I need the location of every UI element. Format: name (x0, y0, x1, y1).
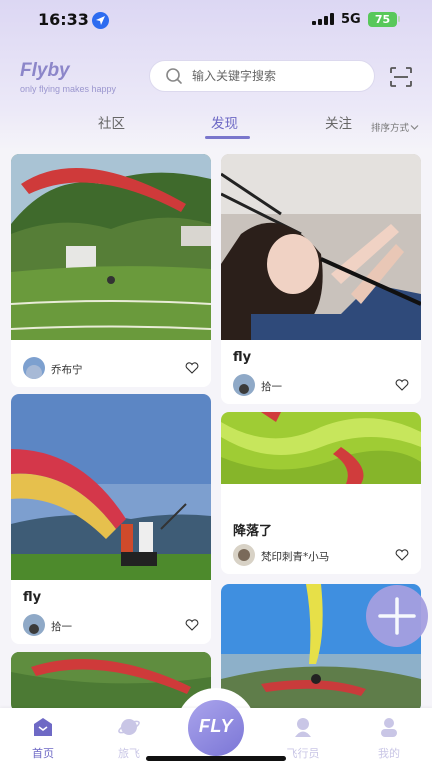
post-author: 梵印刺青*小马 (261, 551, 330, 563)
search-icon (166, 68, 182, 84)
planet-icon (118, 719, 140, 735)
home-icon (34, 718, 52, 736)
sort-dropdown[interactable]: 排序方式 (371, 120, 419, 134)
tab-discover[interactable]: 发现 (211, 112, 238, 132)
avatar (233, 374, 255, 396)
fly-logo-text: FLY (198, 716, 234, 736)
nav-travel[interactable]: 旅飞 (104, 716, 154, 761)
tab-community[interactable]: 社区 (98, 112, 125, 132)
search-input[interactable] (192, 66, 362, 86)
scan-icon[interactable] (389, 66, 413, 88)
search-bar[interactable] (149, 60, 375, 92)
post-card[interactable]: fly 拾一 (11, 394, 211, 644)
post-title: fly (233, 350, 252, 365)
brand-logo: Flyby only flying makes happy (20, 60, 116, 94)
post-image (11, 154, 211, 340)
post-image (221, 412, 421, 484)
pilot-icon (295, 718, 311, 737)
battery-icon: 75 (368, 12, 397, 27)
fly-center-button[interactable]: FLY (188, 700, 244, 756)
battery-cap (398, 16, 400, 22)
avatar (23, 614, 45, 636)
sort-label: 排序方式 (371, 123, 410, 134)
tab-following[interactable]: 关注 (325, 112, 352, 132)
post-image (11, 394, 211, 580)
profile-icon (381, 718, 397, 737)
create-post-button[interactable] (366, 585, 428, 647)
cellular-signal-icon (312, 13, 334, 25)
post-author: 乔布宁 (51, 364, 83, 376)
post-image (11, 652, 211, 712)
heart-icon[interactable] (185, 362, 199, 374)
post-title: fly (23, 590, 42, 605)
chevron-down-icon (410, 125, 419, 130)
nav-profile[interactable]: 我的 (364, 716, 414, 761)
active-tab-indicator (205, 136, 250, 139)
heart-icon[interactable] (395, 379, 409, 391)
brand-tagline: only flying makes happy (20, 84, 117, 94)
feed-tabs: 社区 发现 关注 排序方式 (0, 112, 432, 142)
nav-home-label: 首页 (32, 747, 54, 760)
post-card[interactable] (11, 652, 211, 712)
nav-pilot[interactable]: 飞行员 (278, 716, 328, 761)
post-image (221, 154, 421, 340)
status-bar: 16:33 5G 75 (0, 0, 432, 44)
post-title: 降落了 (233, 524, 273, 539)
post-card[interactable]: fly 拾一 (221, 154, 421, 404)
post-author: 拾一 (51, 621, 72, 633)
brand-name: Flyby (20, 60, 70, 81)
avatar (23, 357, 45, 379)
heart-icon[interactable] (185, 619, 199, 631)
nav-profile-label: 我的 (378, 747, 400, 760)
heart-icon[interactable] (395, 549, 409, 561)
status-time: 16:33 (38, 10, 89, 29)
location-arrow-icon (92, 12, 109, 29)
nav-home[interactable]: 首页 (18, 716, 68, 761)
post-author: 拾一 (261, 381, 282, 393)
post-card[interactable]: 降落了 梵印刺青*小马 (221, 412, 421, 574)
home-indicator (146, 756, 286, 761)
plus-icon (378, 597, 416, 635)
post-card[interactable]: 乔布宁 (11, 154, 211, 387)
network-type: 5G (341, 12, 361, 27)
avatar (233, 544, 255, 566)
battery-level: 75 (374, 13, 391, 26)
